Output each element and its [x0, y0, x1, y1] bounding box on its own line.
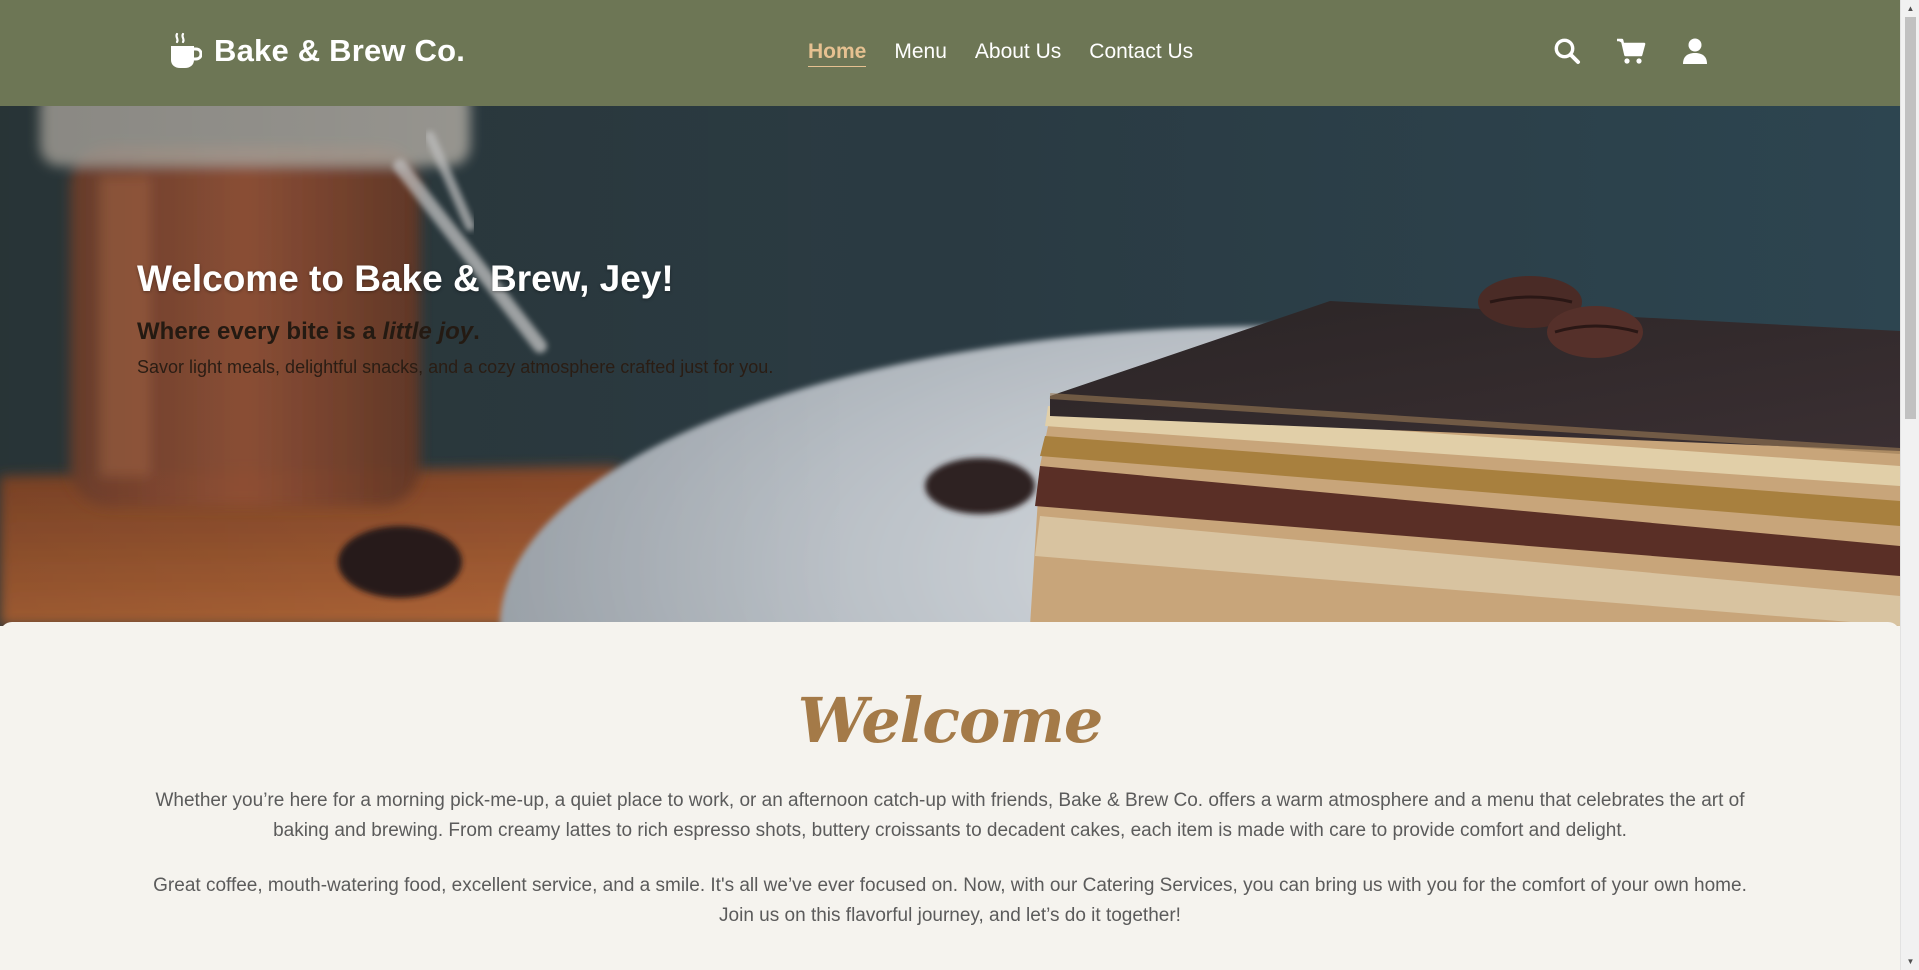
welcome-paragraph-2: Great coffee, mouth-watering food, excel… — [153, 875, 1747, 926]
cart-button[interactable] — [1616, 36, 1646, 66]
hero-title: Welcome to Bake & Brew, Jey! — [137, 258, 674, 299]
hero-text: Welcome to Bake & Brew, Jey! Where every… — [137, 258, 777, 382]
brand-logo[interactable]: Bake & Brew Co. — [168, 32, 465, 70]
scrollbar-thumb[interactable] — [1905, 17, 1916, 419]
header-actions — [1552, 36, 1710, 66]
coffee-cup-icon — [171, 32, 202, 68]
hero-banner: Welcome to Bake & Brew, Jey! Where every… — [0, 106, 1900, 626]
hero-tagline-emphasis: little joy — [382, 318, 474, 345]
search-icon — [1554, 38, 1580, 64]
nav-link-about-us[interactable]: About Us — [975, 40, 1061, 67]
account-button[interactable] — [1680, 36, 1710, 66]
nav-link-home[interactable]: Home — [808, 40, 867, 67]
search-button[interactable] — [1552, 36, 1582, 66]
site-header: Bake & Brew Co. Home Menu About Us Conta… — [0, 0, 1900, 106]
main-nav: Home Menu About Us Contact Us — [808, 40, 1193, 67]
welcome-section: Welcome Whether you’re here for a mornin… — [0, 622, 1900, 970]
user-icon — [1683, 38, 1707, 64]
cart-icon — [1617, 38, 1646, 64]
hero-tagline-suffix: . — [473, 318, 480, 345]
nav-link-menu[interactable]: Menu — [894, 40, 947, 67]
brand-name: Bake & Brew Co. — [214, 33, 466, 68]
welcome-title: Welcome — [797, 684, 1104, 757]
scroll-down-arrow-icon[interactable]: ▼ — [1901, 953, 1919, 970]
page: Bake & Brew Co. Home Menu About Us Conta… — [0, 0, 1900, 970]
hero-subtitle: Savor light meals, delightful snacks, an… — [137, 357, 774, 377]
nav-link-contact-us[interactable]: Contact Us — [1089, 40, 1193, 67]
page-scrollbar[interactable]: ▲ ▼ — [1900, 0, 1919, 970]
hero-tagline: Where every bite is a little joy. — [137, 318, 777, 346]
scroll-up-arrow-icon[interactable]: ▲ — [1901, 0, 1919, 17]
hero-tagline-prefix: Where every bite is a — [137, 318, 383, 345]
welcome-paragraph-1: Whether you’re here for a morning pick-m… — [155, 790, 1745, 841]
